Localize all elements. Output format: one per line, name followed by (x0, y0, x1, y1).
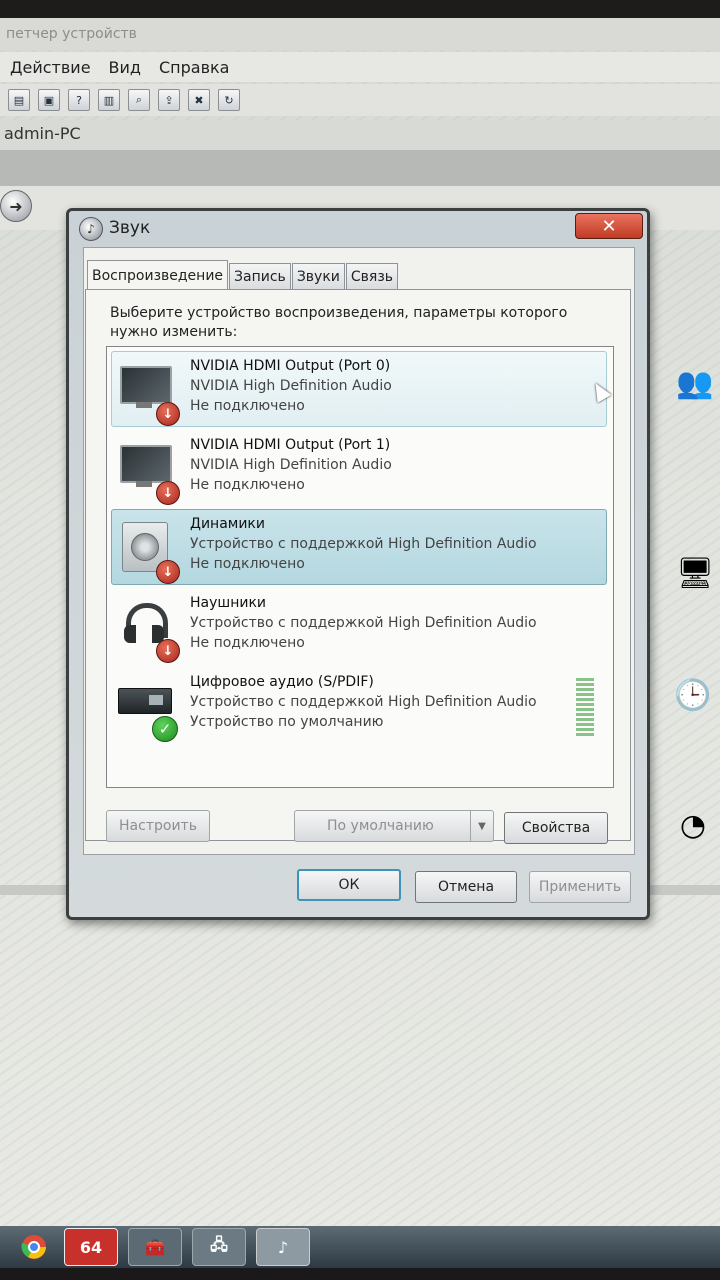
users-icon[interactable]: 👥 (666, 354, 720, 412)
toolbar-disable-icon[interactable]: ✖ (188, 89, 210, 111)
device-status: Не подключено (190, 477, 305, 493)
toolbar-help-icon[interactable]: ? (68, 89, 90, 111)
toolbar-properties-icon[interactable]: ▤ (8, 89, 30, 111)
clock-globe-icon[interactable]: 🕒 (664, 666, 720, 724)
sound-icon: ♪ (79, 217, 103, 241)
menu-view[interactable]: Вид (109, 58, 141, 77)
device-driver: Устройство с поддержкой High Definition … (190, 694, 537, 710)
sound-settings-icon[interactable]: ♪ (256, 1228, 310, 1266)
volume-level-meter (576, 678, 594, 738)
toolbar-view-icon[interactable]: ▣ (38, 89, 60, 111)
disconnected-badge-icon: ↓ (156, 481, 180, 505)
background-right-panel: 👥 🖥 🕒 ◔ (650, 330, 720, 890)
background-band (0, 150, 720, 186)
background-toolbar: ▤ ▣ ? ▥ ⌕ ⇪ ✖ ↻ (0, 84, 720, 116)
background-computer-name: admin-PC (0, 120, 720, 150)
sound-dialog: ♪ Звук ✕ Воспроизведение Запись Звуки Св… (66, 208, 650, 920)
device-status: Устройство по умолчанию (190, 714, 384, 730)
tab-sounds[interactable]: Звуки (291, 263, 345, 289)
device-item[interactable]: ↓ NVIDIA HDMI Output (Port 0) NVIDIA Hig… (111, 351, 612, 427)
headphones-icon: ↓ (118, 599, 180, 663)
back-arrow-icon[interactable]: ➜ (0, 190, 32, 222)
chevron-down-icon[interactable]: ▼ (470, 811, 493, 841)
device-status: Не подключено (190, 556, 305, 572)
monitor-bezel-top (0, 0, 720, 18)
set-default-label: По умолчанию (327, 818, 434, 834)
device-item[interactable]: ↓ NVIDIA HDMI Output (Port 1) NVIDIA Hig… (111, 430, 607, 506)
device-manager-icon[interactable]: 🖧 (192, 1228, 246, 1266)
device-item[interactable]: ✓ Цифровое аудио (S/PDIF) Устройство с п… (111, 667, 607, 743)
mouse-cursor-icon (588, 379, 612, 403)
display-icon[interactable]: 🖥 (666, 544, 720, 602)
set-default-split-button[interactable]: По умолчанию ▼ (294, 810, 494, 842)
menu-action[interactable]: Действие (10, 58, 91, 77)
dialog-titlebar[interactable]: ♪ Звук ✕ (69, 211, 647, 247)
playback-panel: Выберите устройство воспроизведения, пар… (85, 289, 631, 844)
dialog-title: Звук (109, 218, 151, 238)
tab-recording[interactable]: Запись (229, 263, 291, 289)
background-menu-bar: Действие Вид Справка (0, 52, 720, 82)
device-status: Не подключено (190, 398, 305, 414)
device-driver: Устройство с поддержкой High Definition … (190, 615, 537, 631)
background-window-title: петчер устройств (0, 18, 720, 50)
disconnected-badge-icon: ↓ (156, 639, 180, 663)
aida64-taskbar-button[interactable]: 64 (64, 1228, 118, 1266)
ok-button[interactable]: ОК (297, 869, 401, 901)
device-name: Цифровое аудио (S/PDIF) (190, 674, 374, 690)
properties-button[interactable]: Свойства (504, 812, 608, 844)
digital-audio-icon: ✓ (118, 678, 178, 742)
monitor-bezel-bottom (0, 1268, 720, 1280)
taskbar: 64 🧰 🖧 ♪ (0, 1226, 720, 1268)
device-driver: NVIDIA High Definition Audio (190, 378, 392, 394)
device-driver: NVIDIA High Definition Audio (190, 457, 392, 473)
speaker-icon: ↓ (118, 520, 180, 584)
toolbar-scan-icon[interactable]: ⌕ (128, 89, 150, 111)
device-driver: Устройство с поддержкой High Definition … (190, 536, 537, 552)
tab-playback[interactable]: Воспроизведение (87, 260, 229, 290)
device-name: Динамики (190, 516, 265, 532)
toolbar-update-icon[interactable]: ⇪ (158, 89, 180, 111)
toolbox-icon[interactable]: 🧰 (128, 1228, 182, 1266)
device-name: NVIDIA HDMI Output (Port 1) (190, 437, 391, 453)
tab-communications[interactable]: Связь (345, 263, 399, 289)
toolbar-window-icon[interactable]: ▥ (98, 89, 120, 111)
chrome-icon[interactable] (14, 1229, 54, 1265)
ease-of-access-icon[interactable]: ◔ (664, 796, 720, 854)
device-list: ↓ NVIDIA HDMI Output (Port 0) NVIDIA Hig… (106, 346, 614, 788)
device-item[interactable]: ↓ Динамики Устройство с поддержкой High … (111, 509, 607, 585)
device-name: NVIDIA HDMI Output (Port 0) (190, 358, 391, 374)
monitor-icon: ↓ (118, 362, 180, 426)
device-status: Не подключено (190, 635, 305, 651)
apply-button[interactable]: Применить (529, 871, 631, 903)
monitor-icon: ↓ (118, 441, 180, 505)
instruction-text: Выберите устройство воспроизведения, пар… (110, 305, 568, 340)
menu-help[interactable]: Справка (159, 58, 230, 77)
tab-strip: Воспроизведение Запись Звуки Связь (87, 260, 399, 291)
disconnected-badge-icon: ↓ (156, 402, 180, 426)
close-button[interactable]: ✕ (575, 213, 643, 239)
device-name: Наушники (190, 595, 267, 611)
default-check-icon: ✓ (152, 716, 178, 742)
disconnected-badge-icon: ↓ (156, 560, 180, 584)
configure-button[interactable]: Настроить (106, 810, 210, 842)
device-item[interactable]: ↓ Наушники Устройство с поддержкой High … (111, 588, 607, 664)
toolbar-uninstall-icon[interactable]: ↻ (218, 89, 240, 111)
cancel-button[interactable]: Отмена (415, 871, 517, 903)
